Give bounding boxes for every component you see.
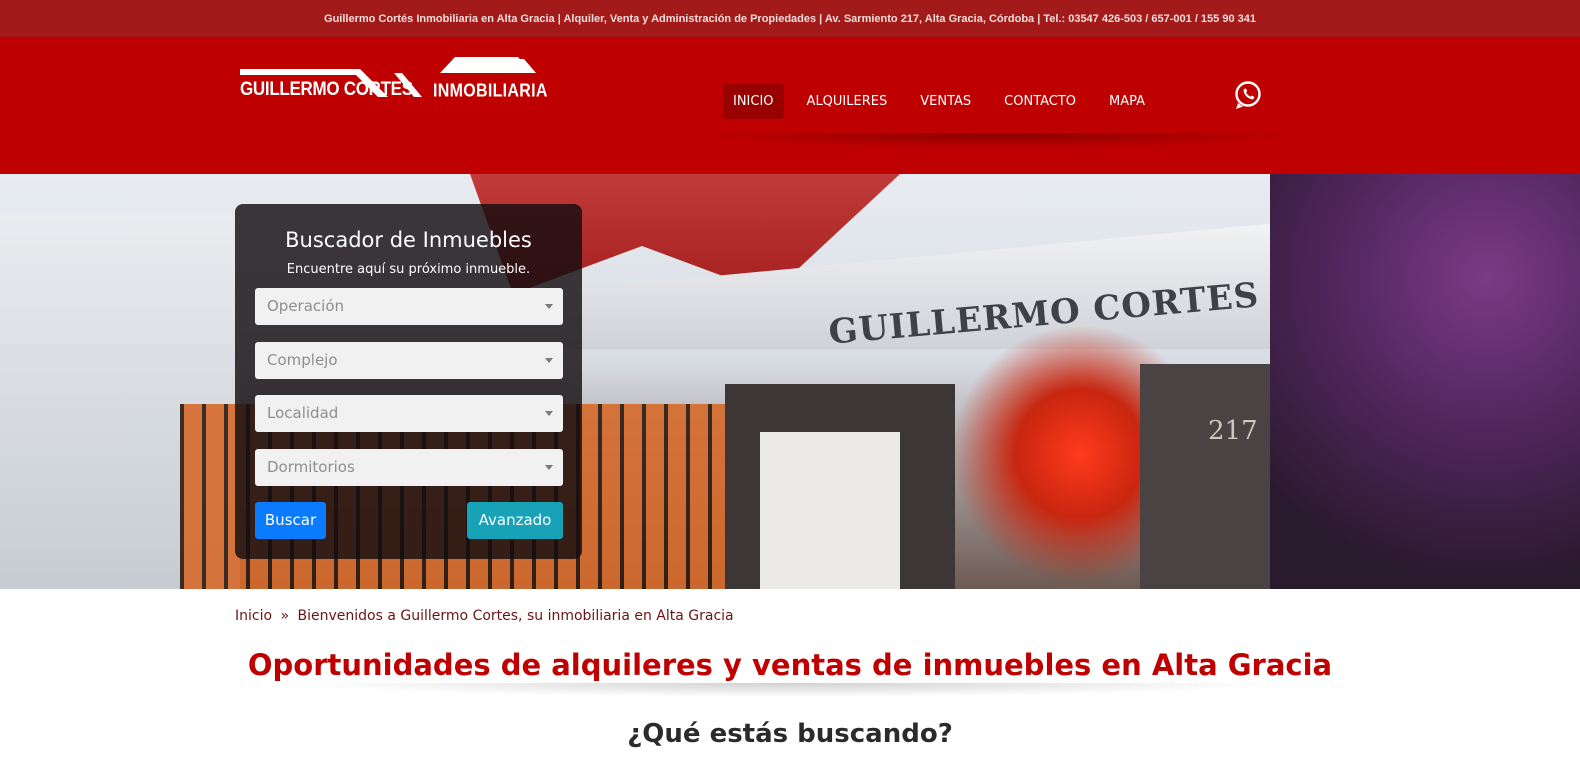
nav-item-inicio[interactable]: INICIO [723,84,784,119]
logo-name-text: GUILLERMO CORTES [240,77,413,100]
localidad-select[interactable]: Localidad [255,395,563,432]
chevron-down-icon [545,304,553,309]
nav-shadow [690,133,1310,149]
nav-item-alquileres[interactable]: ALQUILERES [797,84,898,119]
search-subtitle: Encuentre aquí su próximo inmueble. [286,262,531,277]
top-info-text: Guillermo Cortés Inmobiliaria en Alta Gr… [324,12,1256,25]
whatsapp-icon[interactable] [1233,80,1263,110]
section-question-heading: ¿Qué estás buscando? [627,719,953,749]
complejo-select[interactable]: Complejo [255,342,563,379]
property-search-panel: Buscador de Inmuebles Encuentre aquí su … [235,204,582,559]
breadcrumb: Inicio » Bienvenidos a Guillermo Cortes,… [235,608,734,624]
dormitorios-select-value: Dormitorios [267,458,355,476]
main-nav: INICIO ALQUILERES VENTAS CONTACTO MAPA [723,84,1168,119]
top-info-bar: Guillermo Cortés Inmobiliaria en Alta Gr… [0,0,1580,37]
nav-item-ventas[interactable]: VENTAS [910,84,981,119]
page-title: Oportunidades de alquileres y ventas de … [247,648,1333,682]
hero-building-number: 217 [1208,416,1258,446]
dormitorios-select[interactable]: Dormitorios [255,449,563,486]
chevron-down-icon [545,358,553,363]
hero-jacaranda-tree [1270,174,1580,589]
title-shadow [300,683,1280,697]
hero-services-board [760,432,900,589]
nav-item-contacto[interactable]: CONTACTO [994,84,1086,119]
chevron-down-icon [545,411,553,416]
buscar-button[interactable]: Buscar [255,502,326,539]
operacion-select[interactable]: Operación [255,288,563,325]
localidad-select-value: Localidad [267,404,339,422]
breadcrumb-current: Bienvenidos a Guillermo Cortes, su inmob… [297,608,734,624]
avanzado-button[interactable]: Avanzado [467,502,563,539]
operacion-select-value: Operación [267,297,345,315]
site-logo[interactable]: GUILLERMO CORTES INMOBILIARIA [240,55,547,105]
search-title: Buscador de Inmuebles [285,228,532,252]
chevron-down-icon [545,465,553,470]
breadcrumb-home-link[interactable]: Inicio [235,608,272,624]
logo-subtitle-text: INMOBILIARIA [433,81,548,102]
complejo-select-value: Complejo [267,351,338,369]
breadcrumb-separator: » [280,608,290,624]
site-header: GUILLERMO CORTES INMOBILIARIA INICIO ALQ… [0,37,1580,174]
nav-item-mapa[interactable]: MAPA [1099,84,1155,119]
